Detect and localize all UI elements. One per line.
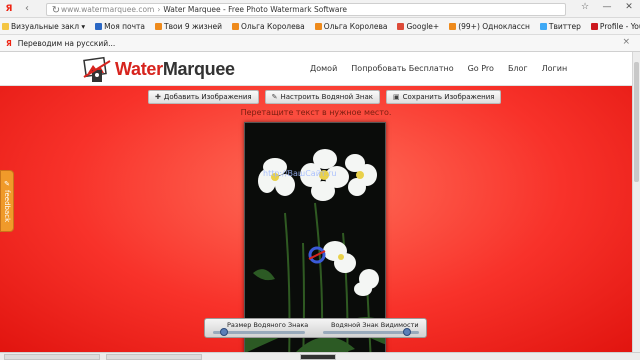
yandex-logo-icon[interactable]: Я [0, 0, 18, 18]
site-logo[interactable]: WaterMarquee [82, 55, 235, 83]
translate-status: Переводим на русский... [17, 38, 116, 48]
bookmarks-bar: Визуальные закл ▾ Моя почта Твои 9 жизней О… [0, 18, 640, 35]
taskbar-item[interactable] [4, 354, 100, 360]
watermark-text-overlay[interactable]: http://ВашСайт.ru [263, 169, 336, 178]
nav-link[interactable]: Go Pro [468, 64, 494, 73]
bookmark-label: Моя почта [104, 21, 145, 31]
back-icon[interactable]: ‹ [20, 2, 34, 16]
bookmark-label: Ольга Королева [323, 21, 388, 31]
nav-link[interactable]: Блог [508, 64, 528, 73]
bookmark-favicon-icon [232, 22, 239, 30]
bookmark-star-icon[interactable]: ☆ [574, 0, 596, 14]
close-icon[interactable]: × [622, 37, 630, 47]
logo-mark-icon [83, 56, 111, 82]
reload-icon[interactable]: ↻ [49, 4, 63, 16]
pencil-icon: ✎ [271, 93, 278, 101]
bookmark-label: (99+) Одноклассн [458, 21, 530, 31]
browser-toolbar: Я ‹ ↻ www.watermarquee.com › Water Marqu… [0, 0, 640, 18]
bookmark-item[interactable]: Ольга Королева [232, 22, 305, 31]
set-watermark-label: Настроить Водяной Знак [280, 93, 373, 101]
bookmark-item[interactable]: Твиттер [539, 21, 581, 31]
translate-bar: Я Переводим на русский... × [0, 35, 640, 52]
feedback-tab[interactable]: ✎ feedback [0, 170, 14, 232]
page-scrollbar[interactable] [632, 52, 640, 352]
size-slider-handle[interactable] [220, 328, 229, 336]
site-header: WaterMarquee Домой Попробовать Бесплатно G… [0, 52, 632, 86]
page-title-in-address: Water Marquee - Free Photo Watermark Sof… [163, 5, 348, 14]
logo-word-marquee: Marquee [162, 58, 235, 79]
address-bar[interactable]: ↻ www.watermarquee.com › Water Marquee -… [46, 3, 566, 16]
bookmark-favicon-icon [2, 22, 9, 30]
bookmark-favicon-icon [590, 22, 598, 30]
address-url: www.watermarquee.com [61, 5, 155, 14]
set-watermark-button[interactable]: ✎ Настроить Водяной Знак [264, 90, 380, 104]
main-nav: Домой Попробовать Бесплатно Go Pro Блог Логи… [310, 64, 581, 73]
save-images-label: Сохранить Изображения [402, 93, 495, 101]
bookmark-item[interactable]: Ольга Королева [314, 21, 388, 31]
bookmark-item[interactable]: Визуальные закл ▾ [2, 22, 85, 31]
taskbar-item[interactable] [300, 354, 336, 360]
bookmark-favicon-icon [449, 22, 457, 30]
nav-link[interactable]: Домой [310, 64, 337, 73]
bookmark-favicon-icon [154, 22, 162, 30]
bookmark-favicon-icon [95, 22, 103, 30]
bookmark-item[interactable]: Google+ [397, 22, 439, 31]
bookmark-item[interactable]: Твои 9 жизней [154, 21, 222, 31]
feedback-icon: ✎ [4, 179, 10, 188]
logo-text: WaterMarquee [115, 59, 235, 80]
address-separator: › [157, 5, 161, 14]
bookmark-item[interactable]: Моя почта [95, 22, 145, 31]
taskbar-strip [0, 352, 640, 360]
logo-word-water: Water [115, 58, 163, 79]
bookmark-label: Твиттер [548, 21, 581, 31]
visibility-slider-handle[interactable] [403, 328, 412, 336]
bookmark-label: Твои 9 жизней [163, 21, 222, 31]
bookmark-favicon-icon [314, 22, 322, 30]
bookmark-label: Ольга Королева [241, 21, 305, 31]
bookmark-label: Profile - YouTube [599, 21, 640, 31]
page-viewport: WaterMarquee Домой Попробовать Бесплатно G… [0, 52, 632, 352]
taskbar-item[interactable] [106, 354, 202, 360]
size-slider-label: Размер Водяного Знака [227, 321, 309, 329]
save-images-button[interactable]: ▣ Сохранить Изображения [386, 90, 502, 104]
nav-link[interactable]: Попробовать Бесплатно [351, 64, 453, 73]
scrollbar-thumb[interactable] [634, 62, 639, 182]
add-images-button[interactable]: ✚ Добавить Изображения [148, 90, 259, 104]
drag-hint: Перетащите текст в нужное место. [240, 108, 392, 117]
plus-icon: ✚ [155, 93, 161, 101]
save-icon: ▣ [393, 93, 400, 101]
watermark-sliders-panel: Размер Водяного Знака Водяной Знак Видим… [204, 318, 427, 338]
close-window-icon[interactable]: ✕ [618, 0, 640, 14]
bookmark-label: Визуальные закл ▾ [11, 21, 86, 31]
minimize-icon[interactable]: — [596, 0, 618, 14]
yandex-icon: Я [6, 38, 12, 48]
feedback-label: feedback [3, 189, 11, 223]
bookmark-favicon-icon [539, 22, 547, 30]
bookmark-favicon-icon [397, 22, 405, 30]
add-images-label: Добавить Изображения [163, 93, 252, 101]
bookmark-item[interactable]: Profile - YouTube [590, 21, 640, 31]
bookmark-label: Google+ [406, 21, 440, 31]
bookmark-item[interactable]: (99+) Одноклассн [449, 22, 530, 31]
nav-link[interactable]: Логин [542, 64, 568, 73]
editor-toolbar: ✚ Добавить Изображения ✎ Настроить Водян… [148, 90, 507, 104]
